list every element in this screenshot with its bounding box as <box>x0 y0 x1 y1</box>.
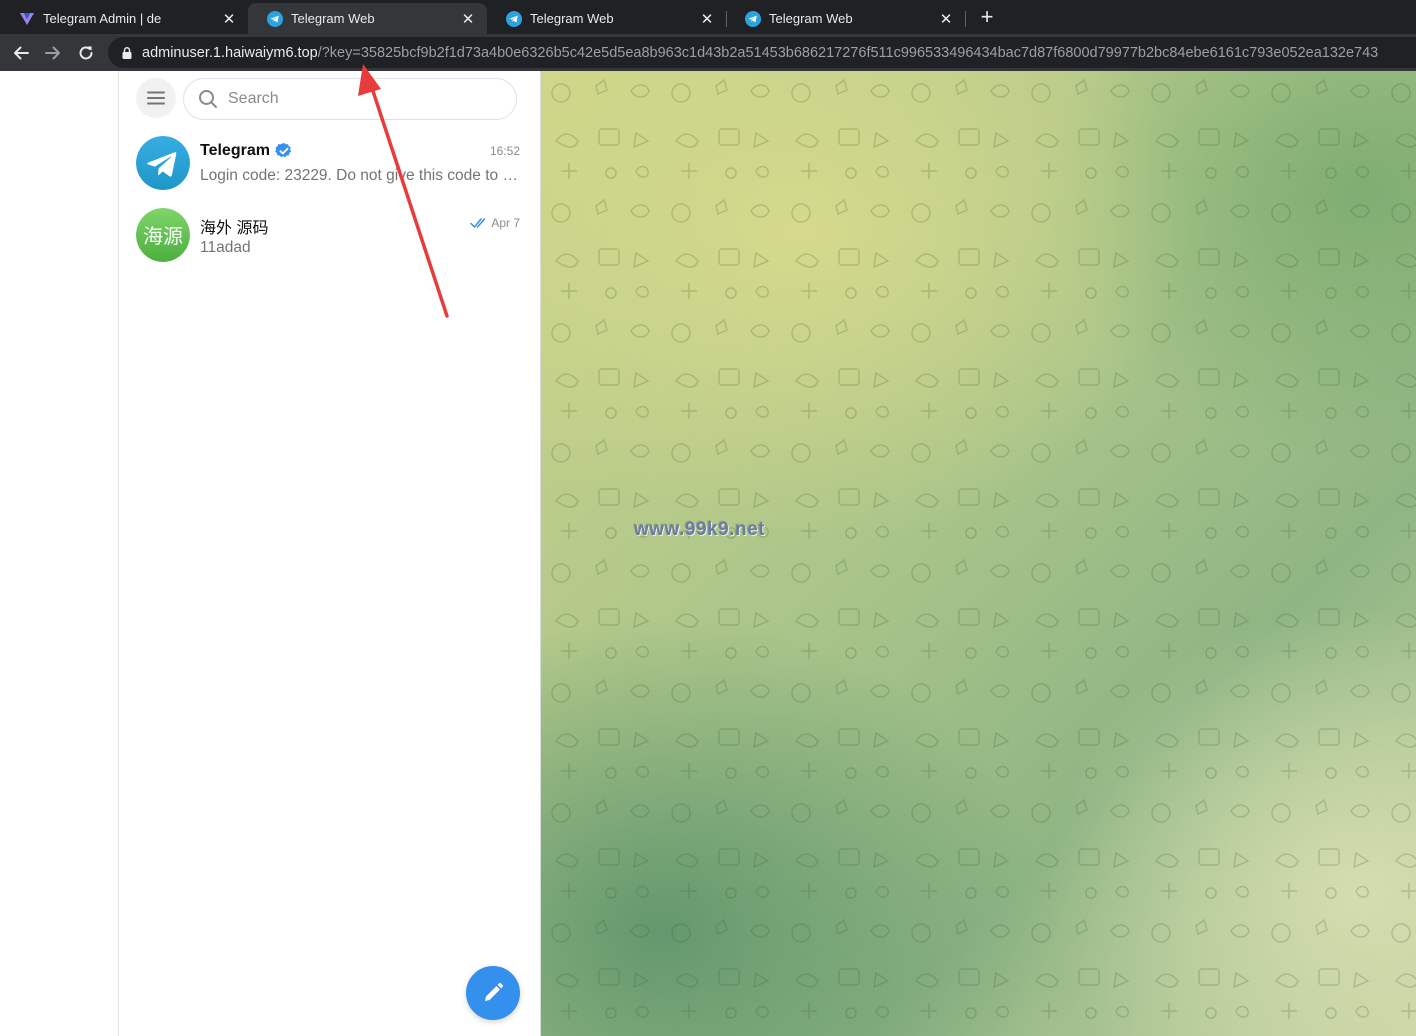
browser-toolbar: adminuser.1.haiwaiym6.top/?key=35825bcf9… <box>0 34 1416 71</box>
tab-title: Telegram Admin | de <box>43 11 162 26</box>
tab-telegram-web-3[interactable]: Telegram Web ✕ <box>726 3 965 34</box>
tab-close-icon[interactable]: ✕ <box>698 10 716 28</box>
tab-separator <box>965 11 966 27</box>
tab-telegram-admin[interactable]: Telegram Admin | de ✕ <box>0 3 248 34</box>
tab-telegram-web-2[interactable]: Telegram Web ✕ <box>487 3 726 34</box>
search-input[interactable] <box>228 90 488 108</box>
new-message-button[interactable] <box>466 966 520 1020</box>
telegram-logo-icon <box>506 10 522 27</box>
chat-time-text: 16:52 <box>489 144 520 158</box>
chat-name-row: 海外 源码 <box>200 214 268 238</box>
watermark-text: www.99k9.net <box>634 519 765 540</box>
chat-time: 16:52 <box>490 144 520 158</box>
hamburger-menu-icon <box>147 91 165 105</box>
arrow-right-icon <box>45 46 60 60</box>
chat-last-message: Login code: 23229. Do not give this code… <box>200 167 520 184</box>
avatar: 海源 <box>136 208 190 262</box>
lock-icon <box>122 46 132 59</box>
avatar-text: 海源 <box>143 224 183 248</box>
doodle-pattern <box>541 71 1416 1036</box>
new-tab-button[interactable]: + <box>976 6 998 28</box>
chat-time: Apr 7 <box>470 216 520 230</box>
tab-title: Telegram Web <box>291 11 375 26</box>
left-margin <box>0 71 119 1036</box>
vuetify-logo-icon <box>20 12 34 25</box>
back-button[interactable] <box>9 41 33 65</box>
double-check-icon <box>470 218 486 228</box>
telegram-logo-icon <box>136 136 190 190</box>
tab-close-icon[interactable]: ✕ <box>937 10 955 28</box>
telegram-logo-icon <box>745 10 761 27</box>
url-text: adminuser.1.haiwaiym6.top/?key=35825bcf9… <box>142 45 1378 61</box>
page-content: Telegram 16:52 Login code: 23229. Do not… <box>0 71 1416 1036</box>
tab-title: Telegram Web <box>769 11 853 26</box>
chat-last-message: 11adad <box>200 239 251 256</box>
verified-badge-icon <box>275 142 291 158</box>
telegram-logo-icon <box>267 10 283 27</box>
tab-title: Telegram Web <box>530 11 614 26</box>
avatar <box>136 136 190 190</box>
chat-time-text: Apr 7 <box>491 216 520 230</box>
main-menu-button[interactable] <box>136 78 176 118</box>
search-box[interactable] <box>183 78 517 120</box>
chat-background: www.99k9.net <box>541 71 1416 1036</box>
tab-close-icon[interactable]: ✕ <box>459 10 477 28</box>
pencil-icon <box>485 983 503 1001</box>
url-host: adminuser.1.haiwaiym6.top <box>142 44 318 61</box>
chat-list-sidebar: Telegram 16:52 Login code: 23229. Do not… <box>120 71 541 1036</box>
reload-button[interactable] <box>74 41 98 65</box>
tab-telegram-web-active[interactable]: Telegram Web ✕ <box>248 3 487 34</box>
chat-name: Telegram <box>200 142 270 159</box>
avatar-initials: 海源 <box>136 208 190 262</box>
address-bar[interactable]: adminuser.1.haiwaiym6.top/?key=35825bcf9… <box>108 37 1416 68</box>
browser-tab-bar: Telegram Admin | de ✕ Telegram Web ✕ Tel… <box>0 0 1416 34</box>
forward-button[interactable] <box>41 41 65 65</box>
reload-icon <box>79 46 93 60</box>
chat-list-item-telegram[interactable]: Telegram 16:52 Login code: 23229. Do not… <box>128 129 533 197</box>
search-icon <box>199 90 217 108</box>
tab-close-icon[interactable]: ✕ <box>220 10 238 28</box>
chat-name: 海外 源码 <box>200 220 269 237</box>
arrow-left-icon <box>14 46 29 60</box>
url-query: /?key=35825bcf9b2f1d73a4b0e6326b5c42e5d5… <box>317 44 1379 61</box>
chat-list-item-haiwai[interactable]: 海源 海外 源码 Apr 7 11adad <box>128 201 533 269</box>
chat-name-row: Telegram <box>200 142 293 160</box>
